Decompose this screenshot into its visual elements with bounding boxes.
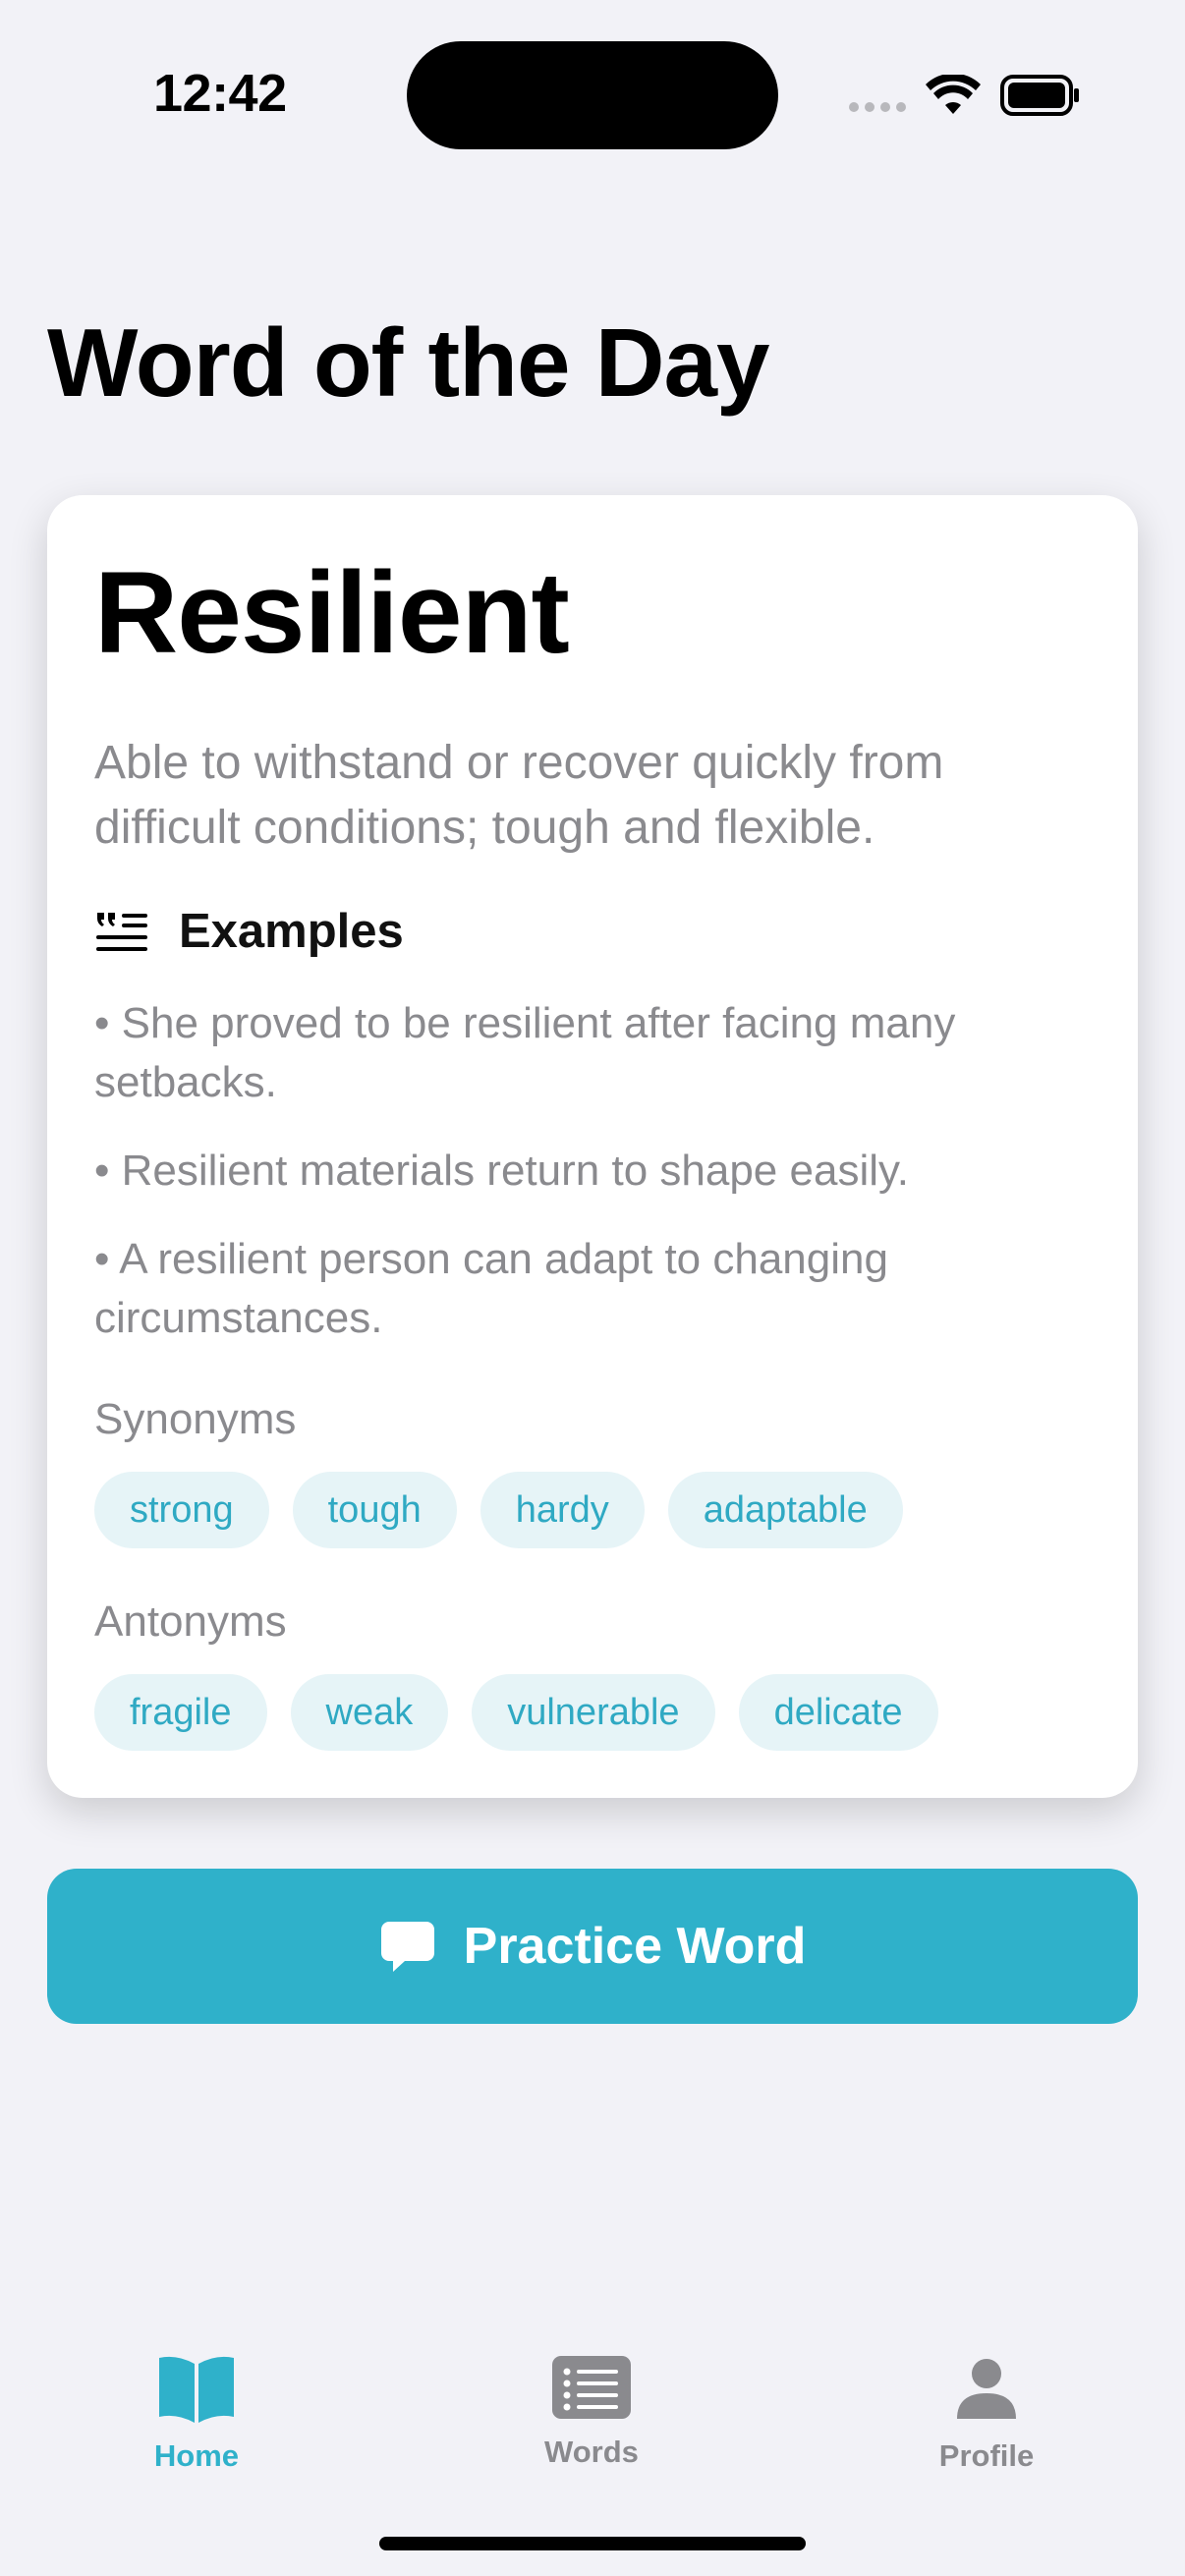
example-item: • She proved to be resilient after facin… bbox=[94, 999, 956, 1106]
practice-word-button[interactable]: Practice Word bbox=[47, 1869, 1138, 2024]
word-card: Resilient Able to withstand or recover q… bbox=[47, 495, 1138, 1798]
synonyms-label: Synonyms bbox=[94, 1395, 297, 1443]
wifi-icon bbox=[926, 75, 981, 114]
antonym-chip[interactable]: weak bbox=[290, 1674, 449, 1751]
example-item: • A resilient person can adapt to changi… bbox=[94, 1235, 888, 1342]
book-icon bbox=[159, 2356, 234, 2423]
synonym-chip[interactable]: hardy bbox=[480, 1472, 645, 1548]
tab-words-label: Words bbox=[544, 2435, 639, 2469]
practice-word-label: Practice Word bbox=[463, 1918, 807, 1975]
synonyms-chips: strong tough hardy adaptable bbox=[94, 1472, 903, 1548]
synonym-chip[interactable]: strong bbox=[94, 1472, 269, 1548]
antonym-chip[interactable]: delicate bbox=[738, 1674, 938, 1751]
cellular-signal-icon bbox=[849, 102, 906, 112]
home-indicator bbox=[379, 2537, 806, 2550]
word-term: Resilient bbox=[94, 548, 570, 678]
tab-home-label: Home bbox=[153, 2438, 240, 2473]
list-icon bbox=[552, 2356, 631, 2419]
word-definition: Able to withstand or recover quickly fro… bbox=[94, 737, 944, 854]
tab-profile[interactable]: Profile bbox=[869, 2354, 1104, 2474]
status-time: 12:42 bbox=[153, 64, 287, 123]
speech-bubble-icon bbox=[380, 1922, 434, 1972]
tab-words[interactable]: Words bbox=[474, 2354, 709, 2470]
synonym-chip[interactable]: tough bbox=[292, 1472, 457, 1548]
antonyms-chips: fragile weak vulnerable delicate bbox=[94, 1674, 938, 1751]
example-item: • Resilient materials return to shape ea… bbox=[94, 1147, 909, 1195]
dynamic-island bbox=[407, 41, 778, 149]
quote-list-icon bbox=[96, 913, 147, 951]
examples-title: Examples bbox=[179, 905, 404, 958]
tab-home[interactable]: Home bbox=[79, 2354, 314, 2474]
antonyms-label: Antonyms bbox=[94, 1597, 287, 1646]
examples-header: Examples bbox=[94, 904, 404, 959]
antonym-chip[interactable]: fragile bbox=[94, 1674, 267, 1751]
antonym-chip[interactable]: vulnerable bbox=[472, 1674, 715, 1751]
tab-profile-label: Profile bbox=[938, 2438, 1035, 2473]
person-icon bbox=[957, 2359, 1016, 2419]
page-title: Word of the Day bbox=[47, 308, 770, 417]
battery-icon bbox=[1000, 75, 1079, 116]
synonym-chip[interactable]: adaptable bbox=[667, 1472, 903, 1548]
